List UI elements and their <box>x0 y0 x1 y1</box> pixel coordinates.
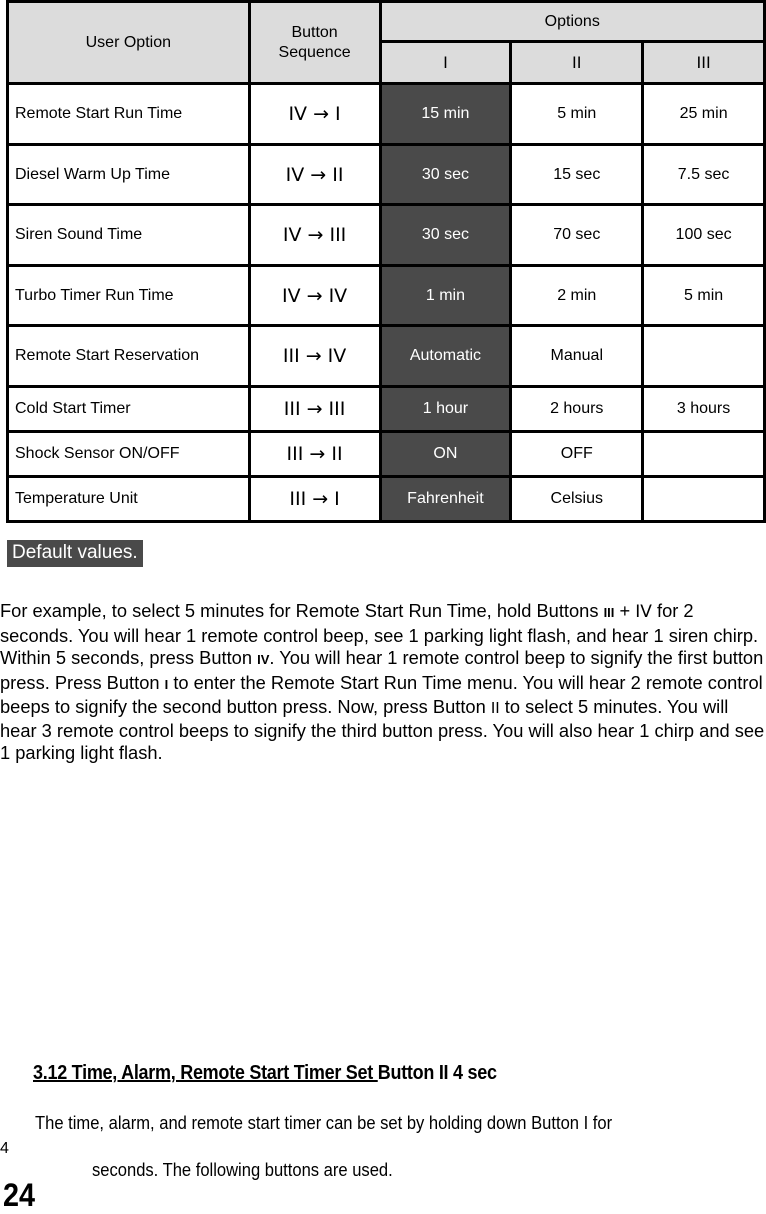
option-value-default: 30 sec <box>378 203 513 267</box>
option-name: Siren Sound Time <box>6 203 251 267</box>
table-row: Turbo Timer Run Time IV → IV 1 min 2 min… <box>6 264 766 327</box>
button-sequence: IV → I <box>247 82 382 146</box>
header-button-sequence: Button Sequence <box>247 0 382 85</box>
table-row: Remote Start Run Time IV → I 15 min 5 mi… <box>6 82 766 146</box>
section-body-wrap: 4 <box>0 1140 9 1157</box>
option-name: Diesel Warm Up Time <box>6 143 251 206</box>
option-name: Temperature Unit <box>6 475 251 523</box>
option-value: Celsius <box>509 475 645 523</box>
header-option-col-1: I <box>378 40 513 85</box>
option-value <box>641 324 766 388</box>
table-row: Siren Sound Time IV → III 30 sec 70 sec … <box>6 203 766 267</box>
table-row: Diesel Warm Up Time IV → II 30 sec 15 se… <box>6 143 766 206</box>
option-value: 70 sec <box>509 203 645 267</box>
option-value: 5 min <box>509 82 645 146</box>
button-sequence: IV → II <box>247 143 382 206</box>
button-sequence: III → IV <box>247 324 382 388</box>
table-row: Temperature Unit III → I Fahrenheit Cels… <box>6 475 766 523</box>
button-ref: IV <box>257 652 270 667</box>
option-name: Turbo Timer Run Time <box>6 264 251 327</box>
example-text: + <box>614 600 636 621</box>
option-value-default: 30 sec <box>378 143 513 206</box>
option-value: 2 min <box>509 264 645 327</box>
section-body-line-2: seconds. The following buttons are used. <box>92 1160 393 1180</box>
option-value <box>641 475 766 523</box>
header-options: Options <box>378 0 766 43</box>
button-ref: II <box>490 699 500 717</box>
example-text: For example, to select 5 minutes for Rem… <box>0 600 604 621</box>
option-value: 5 min <box>641 264 766 327</box>
header-option-col-3: III <box>641 40 766 85</box>
header-button-sequence-label: Button Sequence <box>278 23 351 61</box>
button-sequence: IV → IV <box>247 264 382 327</box>
header-user-option: User Option <box>6 0 251 85</box>
table-row: Shock Sensor ON/OFF III → II ON OFF <box>6 430 766 478</box>
button-sequence: IV → III <box>247 203 382 267</box>
section-title-suffix: Button II 4 sec <box>377 1062 497 1084</box>
option-name: Shock Sensor ON/OFF <box>6 430 251 478</box>
option-value: 3 hours <box>641 385 766 433</box>
section-body-line-1: The time, alarm, and remote start timer … <box>35 1113 613 1133</box>
button-sequence: III → I <box>247 475 382 523</box>
button-ref: IV <box>635 602 652 622</box>
option-value: 7.5 sec <box>641 143 766 206</box>
button-ref: III <box>603 605 615 620</box>
page-number: 24 <box>3 1177 36 1213</box>
button-sequence: III → III <box>247 385 382 433</box>
section-title: 3.12 Time, Alarm, Remote Start Timer Set <box>33 1062 378 1084</box>
option-value-default: 1 min <box>378 264 513 327</box>
option-name: Remote Start Run Time <box>6 82 251 146</box>
option-value: 100 sec <box>641 203 766 267</box>
option-value: 25 min <box>641 82 766 146</box>
table-row: Cold Start Timer III → III 1 hour 2 hour… <box>6 385 766 433</box>
option-value-default: Automatic <box>378 324 513 388</box>
option-value: 15 sec <box>509 143 645 206</box>
option-value: OFF <box>509 430 645 478</box>
button-sequence: III → II <box>247 430 382 478</box>
option-value: 2 hours <box>509 385 645 433</box>
user-options-table: User Option Button Sequence Options I II… <box>6 0 766 523</box>
option-value <box>641 430 766 478</box>
option-value-default: 15 min <box>378 82 513 146</box>
table-row: Remote Start Reservation III → IV Automa… <box>6 324 766 388</box>
option-value-default: Fahrenheit <box>378 475 513 523</box>
example-paragraph: For example, to select 5 minutes for Rem… <box>0 600 766 765</box>
option-value-default: 1 hour <box>378 385 513 433</box>
header-option-col-2: II <box>509 40 645 85</box>
option-value: Manual <box>509 324 645 388</box>
default-values-legend: Default values. <box>7 540 143 567</box>
option-value-default: ON <box>378 430 513 478</box>
section-heading: 3.12 Time, Alarm, Remote Start Timer Set… <box>33 1062 497 1085</box>
option-name: Remote Start Reservation <box>6 324 251 388</box>
option-name: Cold Start Timer <box>6 385 251 433</box>
